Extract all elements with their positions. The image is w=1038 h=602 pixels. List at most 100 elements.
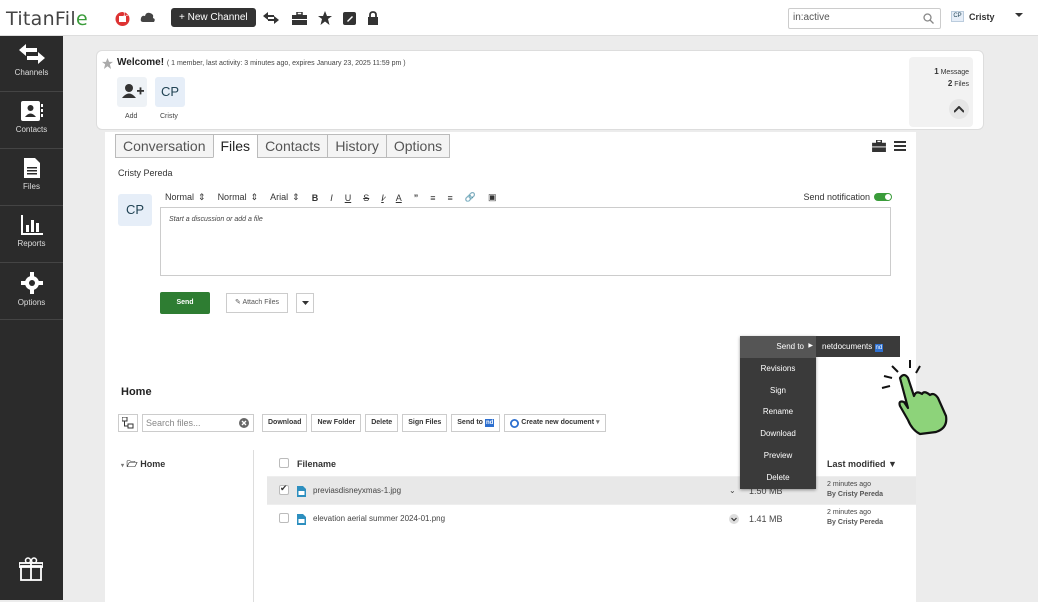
tab-files[interactable]: Files xyxy=(212,134,259,158)
edit-icon[interactable] xyxy=(340,9,358,27)
file-count: 2 Files xyxy=(947,79,969,88)
star-icon[interactable] xyxy=(102,56,113,74)
bullet-list-icon[interactable]: ≡ xyxy=(448,193,453,203)
tab-options[interactable]: Options xyxy=(385,134,451,158)
menu-item-rename[interactable]: Rename xyxy=(740,401,816,423)
briefcase-icon[interactable] xyxy=(290,9,308,27)
menu-item-sign[interactable]: Sign xyxy=(740,380,816,402)
quote-icon[interactable]: ” xyxy=(414,193,419,203)
file-row[interactable]: previasdisneyxmas-1.jpg ⌄ 1.50 MB 2 minu… xyxy=(267,476,916,504)
sidebar-item-contacts[interactable]: Contacts xyxy=(0,93,63,149)
message-count: 1 Message xyxy=(934,67,969,76)
user-avatar[interactable]: CP xyxy=(951,11,964,22)
message-editor[interactable]: Start a discussion or add a file xyxy=(160,207,891,276)
sign-files-button[interactable]: Sign Files xyxy=(402,414,448,432)
ordered-list-icon[interactable]: ≡ xyxy=(430,193,435,203)
lock-icon[interactable] xyxy=(364,9,382,27)
send-to-label: Send to xyxy=(457,419,483,426)
select-all-checkbox[interactable] xyxy=(279,458,289,468)
menu-item-revisions[interactable]: Revisions xyxy=(740,358,816,380)
add-person-icon xyxy=(122,84,144,98)
attach-files-button[interactable]: ✎ Attach Files xyxy=(226,293,289,313)
menu-item-delete[interactable]: Delete xyxy=(740,467,816,489)
tab-contacts[interactable]: Contacts xyxy=(257,134,329,158)
cloud-icon[interactable] xyxy=(139,9,157,27)
channel-meta: ( 1 member, last activity: 3 minutes ago… xyxy=(166,60,406,67)
sidebar-item-files[interactable]: Files xyxy=(0,150,63,206)
search-input[interactable]: in:active xyxy=(788,8,941,29)
file-table: Filename Last modified ▼ previasdisneyxm… xyxy=(267,450,916,532)
contact-card-icon xyxy=(20,101,43,121)
last-modified-column-header[interactable]: Last modified ▼ xyxy=(827,459,897,469)
clear-format-icon[interactable]: I̷ xyxy=(381,193,384,203)
gift-icon[interactable] xyxy=(18,557,44,586)
new-folder-button[interactable]: New Folder xyxy=(311,414,362,432)
filename-column-header[interactable]: Filename xyxy=(297,459,336,469)
send-notification-toggle[interactable] xyxy=(874,193,892,201)
tab-conversation[interactable]: Conversation xyxy=(115,134,214,158)
file-name[interactable]: previasdisneyxmas-1.jpg xyxy=(313,486,401,495)
tree-folder-home[interactable]: ▾ 🗁 Home xyxy=(121,457,165,473)
sidebar-item-options[interactable]: Options xyxy=(0,264,63,320)
file-search-input[interactable]: Search files... xyxy=(142,414,254,432)
link-icon[interactable]: 🔗 xyxy=(465,192,476,203)
menu-item-preview[interactable]: Preview xyxy=(740,445,816,467)
sidebar-item-reports[interactable]: Reports xyxy=(0,207,63,263)
member-avatar[interactable]: CP xyxy=(155,77,185,107)
user-name[interactable]: Cristy xyxy=(969,12,995,22)
folder-icon: 🗁 xyxy=(126,459,138,469)
strike-button[interactable]: S xyxy=(363,193,369,203)
titanfile-logo[interactable]: TitanFile xyxy=(6,8,88,30)
italic-button[interactable]: I xyxy=(330,193,333,203)
netdocuments-badge: nd xyxy=(484,419,495,427)
user-menu-caret-icon[interactable] xyxy=(1015,13,1023,17)
add-member-button[interactable] xyxy=(117,77,147,107)
file-row[interactable]: elevation aerial summer 2024-01.png 1.41… xyxy=(267,504,916,532)
row-checkbox[interactable] xyxy=(279,513,289,523)
tab-history[interactable]: History xyxy=(327,134,387,158)
hamburger-menu-icon[interactable] xyxy=(894,140,906,152)
netdocuments-label: netdocuments xyxy=(822,342,873,351)
sidebar-item-label: Options xyxy=(17,298,46,307)
sidebar-item-channels[interactable]: Channels xyxy=(0,36,63,92)
file-name[interactable]: elevation aerial summer 2024-01.png xyxy=(313,514,445,523)
text-color-icon[interactable]: A xyxy=(396,193,402,203)
tree-divider xyxy=(253,450,254,602)
create-document-button[interactable]: Create new document ▾ xyxy=(504,414,606,432)
file-actions-chevron-icon[interactable]: ⌄ xyxy=(729,486,736,495)
send-to-button[interactable]: Send to nd xyxy=(451,414,501,432)
collapse-header-button[interactable] xyxy=(949,99,969,119)
chevron-up-icon xyxy=(954,105,964,113)
image-file-icon xyxy=(297,486,306,497)
new-channel-button[interactable]: + New Channel xyxy=(171,8,256,27)
row-checkbox[interactable] xyxy=(279,483,289,495)
menu-item-send-to[interactable]: Send to ▶ xyxy=(740,336,816,358)
channel-name: Welcome! xyxy=(117,57,165,68)
size-select[interactable]: Normal ⇕ xyxy=(218,192,259,203)
heading-select[interactable]: Normal ⇕ xyxy=(165,192,206,203)
top-bar: TitanFile 13 + New Channel in:active CP … xyxy=(0,0,1038,36)
delete-button[interactable]: Delete xyxy=(365,414,399,432)
attach-dropdown-button[interactable] xyxy=(296,293,314,313)
channel-header-card: Welcome! ( 1 member, last activity: 3 mi… xyxy=(96,50,984,130)
file-actions-chevron-icon[interactable] xyxy=(729,514,739,526)
submenu-item-netdocuments[interactable]: netdocuments nd xyxy=(816,336,900,357)
menu-item-download[interactable]: Download xyxy=(740,423,816,445)
tree-toggle-button[interactable] xyxy=(118,414,138,432)
gift-badge-icon[interactable]: 13 xyxy=(113,9,131,27)
search-icon[interactable] xyxy=(923,11,934,29)
transfer-icon[interactable] xyxy=(262,9,280,27)
underline-button[interactable]: U xyxy=(345,193,352,203)
star-icon[interactable] xyxy=(316,9,334,27)
send-button[interactable]: Send xyxy=(160,292,210,314)
download-button[interactable]: Download xyxy=(262,414,308,432)
bold-button[interactable]: B xyxy=(312,193,319,203)
file-modified: 2 minutes ago By Cristy Pereda xyxy=(827,481,884,498)
image-icon[interactable]: ▣ xyxy=(488,192,497,203)
logo-accent: e xyxy=(75,8,88,30)
font-select[interactable]: Arial ⇕ xyxy=(270,192,300,203)
briefcase-icon[interactable] xyxy=(872,140,886,152)
composer-avatar: CP xyxy=(118,194,152,226)
bar-chart-icon xyxy=(20,215,43,235)
clear-search-icon[interactable] xyxy=(239,418,249,428)
